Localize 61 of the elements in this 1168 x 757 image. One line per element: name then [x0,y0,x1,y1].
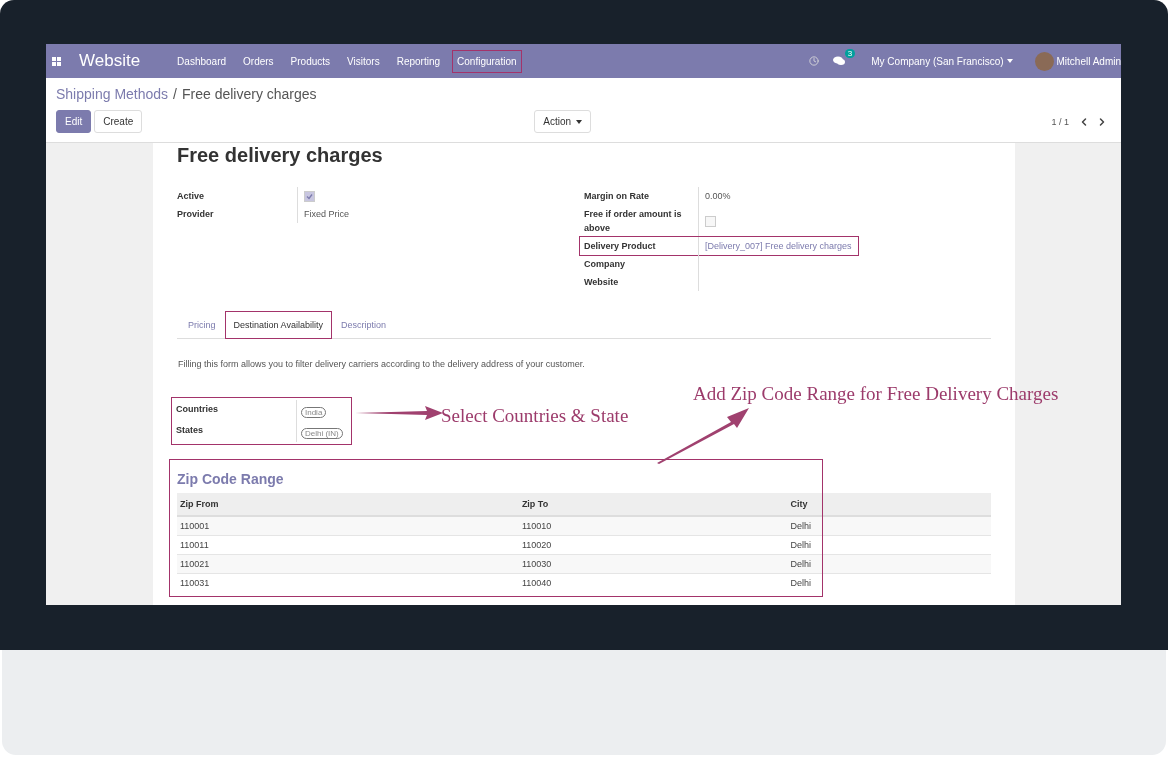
table-cell: 110030 [518,554,788,574]
column-header: City [787,493,991,516]
field-label: Delivery Product [584,240,657,253]
checkmark-icon [306,192,313,200]
field-label: Countries [176,403,219,416]
clock-icon[interactable] [809,56,820,66]
field-label: Provider [177,208,215,221]
caret-icon [1006,59,1013,63]
field-label: Active [177,190,205,203]
menu-item[interactable]: Reporting [391,49,446,73]
section-title: Zip Code Range [177,471,285,487]
apps-icon[interactable] [52,56,61,66]
field-label: Margin on Rate [584,190,650,203]
field-label: Free if order amount is above [584,208,683,235]
column-header: Zip To [518,493,788,516]
chat-icon[interactable] [833,56,846,66]
field-value: Fixed Price [304,208,349,221]
breadcrumb-separator: / [173,86,177,102]
message-count-badge: 3 [844,49,856,58]
table-cell: Delhi [787,535,991,555]
callout-text: Select Countries & State [441,405,629,427]
edit-button[interactable]: Edit [56,110,92,133]
menu-item[interactable]: Orders [238,49,279,73]
field-label: Company [584,258,626,271]
field-label: Website [584,276,620,289]
product-link[interactable]: [Delivery_007] Free delivery charges [705,239,852,253]
field-label: States [176,424,204,437]
pager-text: 1 / 1 [1051,116,1069,127]
table-cell: 110010 [518,516,788,536]
menu-item[interactable]: Visitors [342,49,385,73]
create-button[interactable]: Create [94,110,143,133]
table-cell: 110020 [518,535,788,555]
help-text: Filling this form allows you to filter delivery carriers according to the delivery address of your customer. [178,359,586,369]
table-cell: 110011 [177,535,519,555]
tab[interactable]: Pricing [179,311,225,339]
user-menu[interactable]: Mitchell Admin [1056,55,1121,67]
app-name: Website [79,51,141,71]
tab[interactable]: Destination Availability [224,311,332,339]
table-cell: Delhi [787,516,991,536]
action-button[interactable]: Action [534,110,592,133]
callout-text: Add Zip Code Range for Free Delivery Charges [693,383,1059,405]
table-cell: 110021 [177,554,519,574]
breadcrumb-current: Free delivery charges [181,86,317,102]
field-value: 0.00% [705,190,731,203]
menu-item[interactable]: Dashboard [172,49,232,73]
company-switcher[interactable]: My Company (San Francisco) [871,55,1013,67]
breadcrumb-link[interactable]: Shipping Methods [56,86,169,102]
table-cell: Delhi [787,554,991,574]
record-title: Free delivery charges [177,143,384,167]
table-cell: 110001 [177,516,519,536]
table-cell: 110040 [518,573,788,592]
menu-item[interactable]: Configuration [452,49,522,73]
table-cell: 110031 [177,573,519,592]
menu-item[interactable]: Products [285,49,336,73]
column-header: Zip From [177,493,519,516]
checkbox[interactable] [304,190,315,202]
user-avatar [1034,51,1054,71]
checkbox[interactable] [705,215,716,227]
tab[interactable]: Description [331,311,395,339]
table-cell: Delhi [787,573,991,592]
caret-icon [576,119,583,124]
